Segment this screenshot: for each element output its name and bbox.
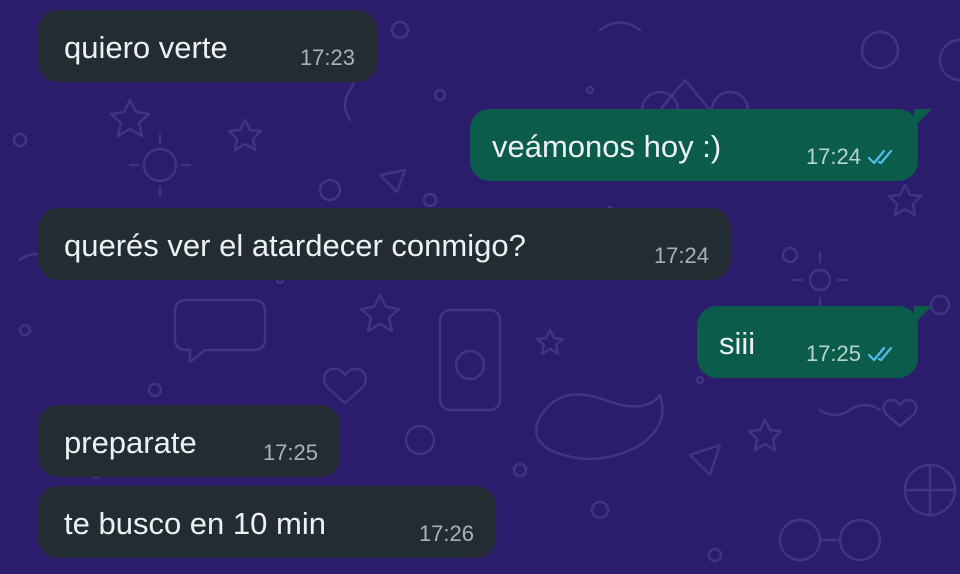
message-bubble-incoming[interactable]: preparate 17:25	[38, 405, 340, 477]
message-text: querés ver el atardecer conmigo?	[64, 228, 526, 263]
message-bubble-incoming[interactable]: querés ver el atardecer conmigo? 17:24	[38, 208, 731, 280]
message-list: quiero verte 17:23 veámonos hoy :) 17:24…	[0, 0, 960, 574]
double-check-icon	[868, 346, 893, 362]
message-bubble-outgoing[interactable]: siii 17:25	[697, 306, 932, 378]
message-bubble-outgoing[interactable]: veámonos hoy :) 17:24	[470, 109, 932, 181]
message-text: preparate	[64, 425, 197, 460]
message-time: 17:25	[262, 440, 318, 465]
message-text: siii	[719, 326, 756, 361]
message-time: 17:24	[653, 243, 709, 268]
message-time: 17:23	[299, 45, 355, 70]
double-check-icon	[868, 149, 893, 165]
message-text: veámonos hoy :)	[492, 129, 722, 164]
message-text: quiero verte	[64, 30, 228, 65]
message-bubble-incoming[interactable]: quiero verte 17:23	[38, 10, 377, 82]
message-time: 17:26	[418, 521, 474, 546]
message-text: te busco en 10 min	[64, 506, 326, 541]
message-bubble-incoming[interactable]: te busco en 10 min 17:26	[38, 486, 496, 558]
message-time: 17:25	[806, 343, 896, 365]
message-time: 17:24	[806, 146, 896, 168]
